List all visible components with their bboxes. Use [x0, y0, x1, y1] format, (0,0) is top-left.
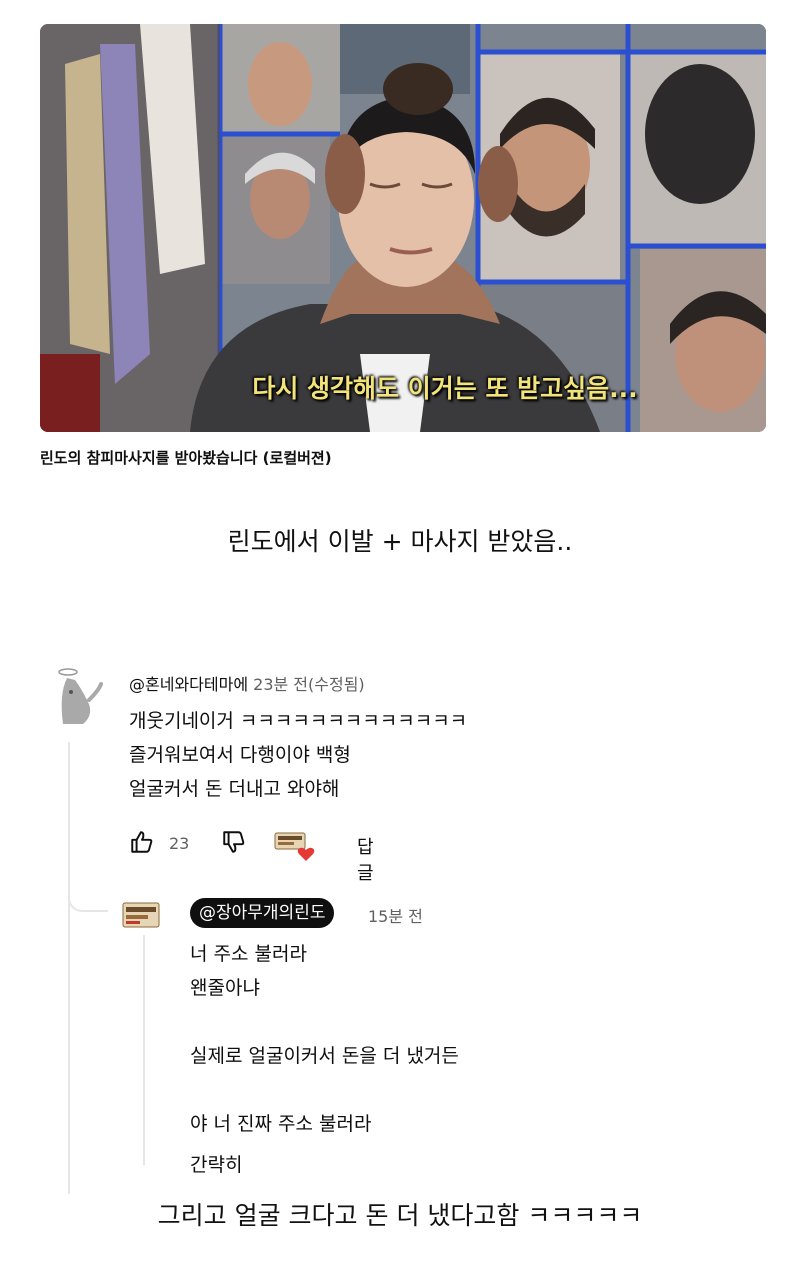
reply-line-5: 간략히 — [190, 1154, 243, 1176]
comment-time: 23분 전(수정됨) — [253, 675, 365, 694]
reply-line-4: 야 너 진짜 주소 불러라 — [190, 1113, 372, 1135]
creator-heart-icon — [274, 832, 315, 861]
video-thumbnail[interactable]: 다시 생각해도 이거는 또 받고싶음... — [40, 24, 766, 432]
caption-top: 린도에서 이발 + 마사지 받았음.. — [227, 527, 573, 556]
reply-line-2: 왠줄아냐 — [190, 977, 260, 999]
commenter-avatar[interactable] — [55, 664, 105, 728]
comment-line-2: 즐거워보여서 다행이야 백형 — [129, 744, 351, 766]
video-title[interactable]: 린도의 참피마사지를 받아봤습니다 (로컬버젼) — [40, 447, 332, 468]
video-subtitle: 다시 생각해도 이거는 또 받고싶음... — [252, 374, 638, 403]
thread-line — [68, 742, 70, 1194]
reply-time: 15분 전 — [368, 907, 423, 926]
thumbs-down-icon[interactable] — [221, 829, 247, 855]
reply-thread-line — [143, 935, 145, 1165]
comment-meta: @혼네와다테마에 23분 전(수정됨) — [129, 671, 365, 695]
reply-avatar[interactable] — [122, 902, 160, 928]
thumbs-up-icon[interactable] — [129, 829, 155, 855]
comment-line-3: 얼굴커서 돈 더내고 와야해 — [129, 778, 340, 800]
reply-branch-line — [68, 880, 108, 912]
like-count: 23 — [169, 834, 190, 853]
comment-line-1: 개웃기네이거 ㅋㅋㅋㅋㅋㅋㅋㅋㅋㅋㅋㅋㅋ — [129, 710, 468, 732]
caption-bottom: 그리고 얼굴 크다고 돈 더 냈다고함 ㅋㅋㅋㅋㅋ — [157, 1201, 643, 1230]
reply-line-3: 실제로 얼굴이커서 돈을 더 냈거든 — [190, 1045, 459, 1067]
reply-author-badge[interactable]: @장아무개의린도 — [190, 898, 335, 928]
reply-button[interactable]: 답글 — [357, 833, 374, 885]
comment-author[interactable]: @혼네와다테마에 — [129, 675, 248, 694]
reply-line-1: 너 주소 불러라 — [190, 943, 307, 965]
